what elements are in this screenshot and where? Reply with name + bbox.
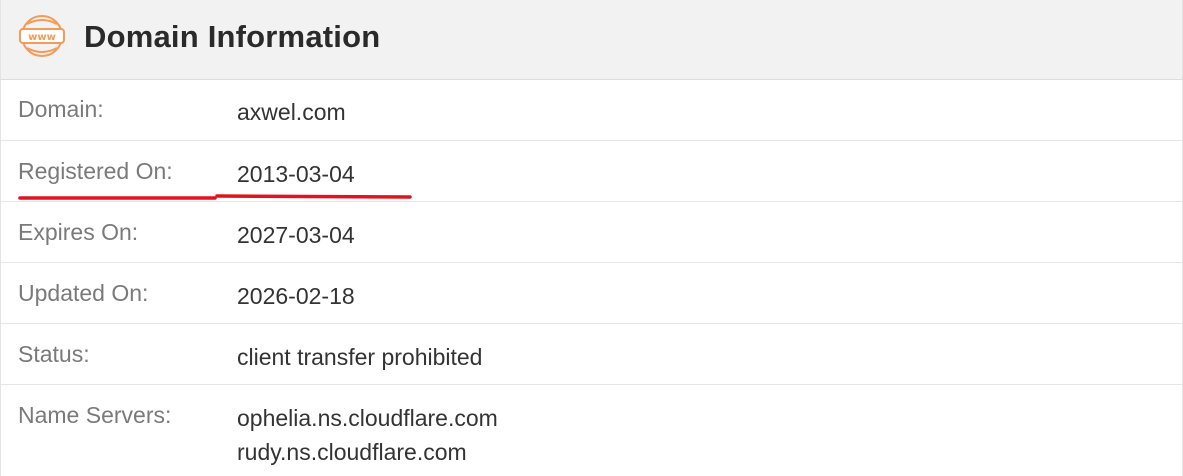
info-row-name-servers: Name Servers: ophelia.ns.cloudflare.com … bbox=[1, 385, 1182, 476]
info-row-status: Status: client transfer prohibited bbox=[1, 324, 1182, 385]
status-label: Status: bbox=[18, 341, 90, 367]
expires-on-label: Expires On: bbox=[18, 219, 139, 245]
updated-on-label: Updated On: bbox=[18, 280, 149, 306]
updated-on-value: 2026-02-18 bbox=[237, 283, 355, 309]
domain-value: axwel.com bbox=[237, 99, 346, 125]
status-value: client transfer prohibited bbox=[237, 344, 483, 370]
domain-information-panel: www Domain Information Domain: axwel.com… bbox=[0, 0, 1183, 476]
www-globe-icon: www bbox=[19, 15, 65, 57]
info-row-registered-on: Registered On: 2013-03-04 bbox=[1, 141, 1182, 202]
panel-header: www Domain Information bbox=[1, 0, 1182, 80]
domain-label: Domain: bbox=[18, 96, 104, 122]
registered-on-value: 2013-03-04 bbox=[237, 161, 355, 187]
name-server-item: rudy.ns.cloudflare.com bbox=[237, 439, 467, 465]
www-icon-text: www bbox=[28, 32, 56, 43]
name-servers-label: Name Servers: bbox=[18, 402, 172, 428]
page-title: Domain Information bbox=[84, 19, 381, 54]
info-row-domain: Domain: axwel.com bbox=[1, 80, 1182, 141]
name-server-item: ophelia.ns.cloudflare.com bbox=[237, 405, 498, 431]
registered-on-label: Registered On: bbox=[18, 158, 173, 184]
expires-on-value: 2027-03-04 bbox=[237, 222, 355, 248]
info-row-updated-on: Updated On: 2026-02-18 bbox=[1, 263, 1182, 324]
name-servers-value: ophelia.ns.cloudflare.com rudy.ns.cloudf… bbox=[237, 401, 498, 469]
info-row-expires-on: Expires On: 2027-03-04 bbox=[1, 202, 1182, 263]
